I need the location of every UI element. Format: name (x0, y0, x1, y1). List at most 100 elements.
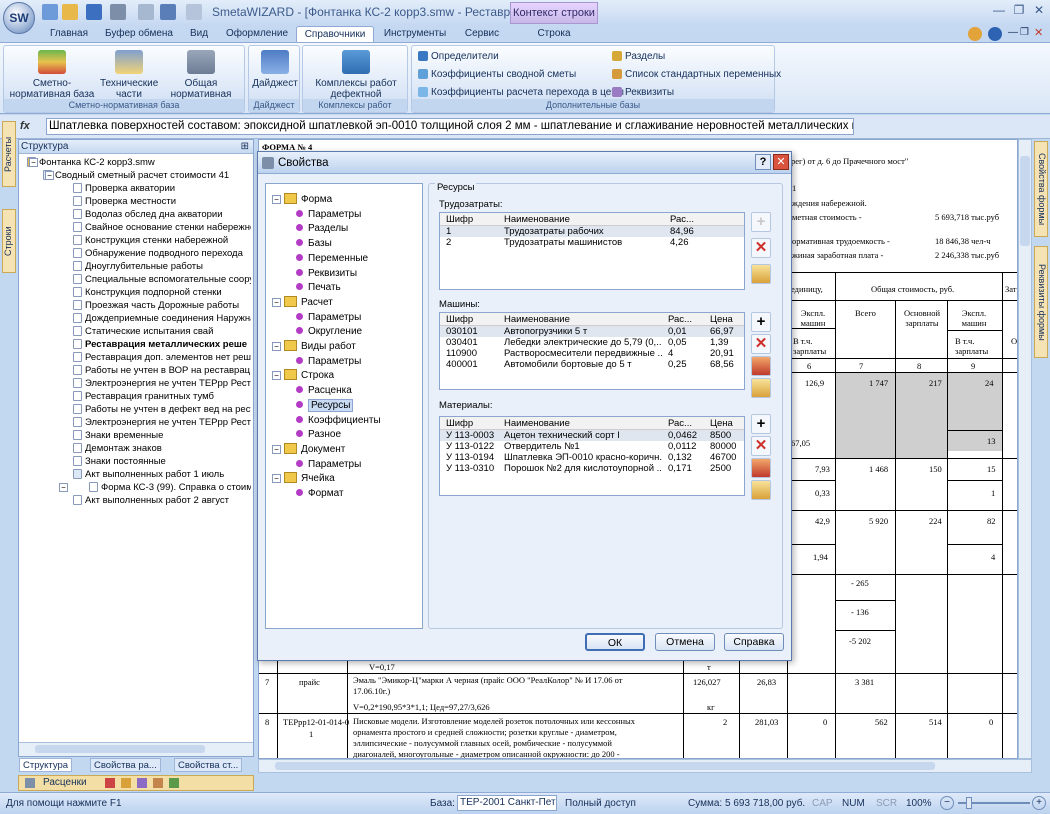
structure-hscrollbar[interactable] (19, 742, 253, 756)
restore-icon[interactable]: ❐ (1010, 3, 1028, 19)
structure-node[interactable]: Свайное основание стенки набережно (73, 221, 251, 234)
undo-icon[interactable] (160, 4, 176, 20)
minimize-icon[interactable]: — (990, 3, 1008, 19)
sections-button[interactable]: Разделы (612, 49, 665, 64)
help-icon[interactable] (988, 27, 1002, 41)
tab-references[interactable]: Справочники (296, 26, 374, 42)
dialog-tree-item[interactable]: Параметры (296, 207, 361, 222)
tree-expander-icon[interactable]: − (272, 342, 281, 351)
tree-expander-icon[interactable]: − (272, 371, 281, 381)
col-name[interactable]: Наименование (504, 417, 654, 430)
structure-node[interactable]: Дноуглубительные работы (73, 260, 251, 273)
zoom-out-icon[interactable]: − (940, 796, 954, 810)
structure-node[interactable]: Конструкция подпорной стенки (73, 286, 251, 299)
structure-node[interactable]: Работы не учтен в дефект вед на рест (73, 403, 251, 416)
structure-node[interactable]: Акт выполненных работ 2 август (73, 494, 251, 507)
dialog-help-icon[interactable]: ? (755, 154, 771, 170)
rascenki-label[interactable]: Расценки (43, 777, 87, 788)
close-icon[interactable]: ✕ (1030, 3, 1048, 19)
grid-row[interactable]: 2 Трудозатраты машинистов 4,26 (440, 237, 744, 248)
grid-row[interactable]: У 113-0122 Отвердитель №1 0,0112 80000 (440, 441, 744, 452)
add-labor-button[interactable]: + (751, 212, 771, 232)
grid-row[interactable]: У 113-0310 Порошок №2 для кислотоупорной … (440, 463, 744, 474)
structure-node[interactable]: Акт выполненных работ 1 июль (73, 468, 251, 481)
machine-replace-icon[interactable] (751, 356, 771, 376)
materials-grid[interactable]: Шифр Наименование Рас... Цена У 113-0003… (439, 416, 745, 496)
dialog-tree-item[interactable]: Формат (296, 486, 344, 501)
vtab-form-requisites[interactable]: Реквизиты формы (1034, 246, 1048, 358)
structure-node[interactable]: Дождеприемные соединения Наружна (73, 312, 251, 325)
zoom-slider-thumb[interactable] (966, 797, 972, 809)
grid-row[interactable]: У 113-0003 Ацетон технический сорт I 0,046… (440, 430, 744, 441)
tab-service[interactable]: Сервис (460, 26, 504, 42)
tool2-icon[interactable] (121, 778, 131, 788)
col-code[interactable]: Шифр (446, 417, 496, 430)
open-icon[interactable] (62, 4, 78, 20)
structure-node[interactable]: Реставрация гранитных тумб (73, 390, 251, 403)
normative-base-button[interactable]: Сметно-нормативная база (6, 50, 98, 100)
dialog-tree-item[interactable]: Параметры (296, 354, 361, 369)
grid-row[interactable]: У 113-0194 Шпатлевка ЭП-0010 красно-корич… (440, 452, 744, 463)
structure-node[interactable]: Знаки временные (73, 429, 251, 442)
grid-row[interactable]: 110900 Растворосмесители передвижные ... 4… (440, 348, 744, 359)
new-icon[interactable] (42, 4, 58, 20)
dialog-tree-item[interactable]: Ресурсы (296, 398, 354, 413)
tool4-icon[interactable] (153, 778, 163, 788)
structure-node[interactable]: Фонтанка КС-2 корр3.smw (27, 156, 251, 169)
formula-input[interactable]: Шпатлевка поверхностей составом: эпоксид… (46, 118, 854, 135)
pin-icon[interactable]: ⊞ (241, 140, 249, 154)
structure-node[interactable]: Специальные вспомогательные соору: (73, 273, 251, 286)
vtab-rows[interactable]: Строки (2, 209, 16, 273)
col-price[interactable]: Цена (710, 313, 744, 326)
dialog-tree-item[interactable]: − Ячейка (272, 471, 335, 486)
tree-expander-icon[interactable]: − (272, 444, 281, 454)
dialog-tree-item[interactable]: − Форма (272, 192, 332, 207)
doc-hscrollbar[interactable] (258, 759, 1032, 773)
structure-node[interactable]: Статические испытания свай (73, 325, 251, 338)
customize-icon[interactable] (186, 4, 202, 20)
grid-row[interactable]: 030401 Лебедки электрические до 5,79 (0,.… (440, 337, 744, 348)
digest-button[interactable]: Дайджест (251, 50, 299, 89)
tree-expander-icon[interactable]: − (29, 158, 38, 167)
structure-node[interactable]: Форма КС-3 (99). Справка о стоимо (89, 481, 251, 494)
tool1-icon[interactable] (105, 778, 115, 788)
col-rate[interactable]: Рас... (668, 313, 702, 326)
dialog-tree-item[interactable]: Печать (296, 280, 341, 295)
tree-expander-icon[interactable]: − (272, 297, 281, 307)
print-icon[interactable] (110, 4, 126, 20)
cancel-button[interactable]: Отмена (655, 633, 715, 651)
ptab-row-props[interactable]: Свойства ст... (174, 758, 243, 772)
dialog-tree-item[interactable]: Переменные (296, 251, 368, 266)
tool3-icon[interactable] (137, 778, 147, 788)
ptab-work-props[interactable]: Свойства ра... (90, 758, 161, 772)
vtab-calculations[interactable]: Расчеты (2, 121, 16, 187)
material-edit-icon[interactable] (751, 480, 771, 500)
col-code[interactable]: Шифр (446, 313, 496, 326)
price-conversion-coefficients-button[interactable]: Коэффициенты расчета перехода в цены (418, 85, 624, 100)
dialog-tree-item[interactable]: Реквизиты (296, 266, 357, 281)
help-button[interactable]: Справка (724, 633, 784, 651)
std-variables-button[interactable]: Список стандартных переменных (612, 67, 781, 82)
tab-view[interactable]: Вид (184, 26, 214, 42)
tab-clipboard[interactable]: Буфер обмена (104, 26, 174, 42)
labor-edit-icon[interactable] (751, 264, 771, 284)
scroll-thumb[interactable] (35, 745, 205, 753)
dialog-tree-item[interactable]: Параметры (296, 457, 361, 472)
dialog-tree-item[interactable]: Параметры (296, 310, 361, 325)
dialog-tree-item[interactable]: Разное (296, 427, 341, 442)
tool5-icon[interactable] (169, 778, 179, 788)
dialog-tree-item[interactable]: Базы (296, 236, 332, 251)
structure-node[interactable]: Работы не учтен в ВОР на реставрац н (73, 364, 251, 377)
dialog-tree-item[interactable]: Округление (296, 324, 362, 339)
structure-node[interactable]: Проезжая часть Дорожные работы (73, 299, 251, 312)
structure-node[interactable]: Демонтаж знаков (73, 442, 251, 455)
add-material-button[interactable]: + (751, 414, 771, 434)
structure-node[interactable]: Электроэнергия не учтен ТЕРрр Реста (73, 377, 251, 390)
base-select[interactable]: ТЕР-2001 Санкт-Пете (457, 795, 557, 811)
determinants-button[interactable]: Определители (418, 49, 499, 64)
dialog-tree-item[interactable]: − Документ (272, 442, 345, 457)
tech-parts-button[interactable]: Технические части (100, 50, 158, 100)
delete-labor-button[interactable]: ✕ (751, 238, 771, 258)
col-price[interactable]: Цена (710, 417, 744, 430)
structure-node[interactable]: Конструкция стенки набережной (73, 234, 251, 247)
